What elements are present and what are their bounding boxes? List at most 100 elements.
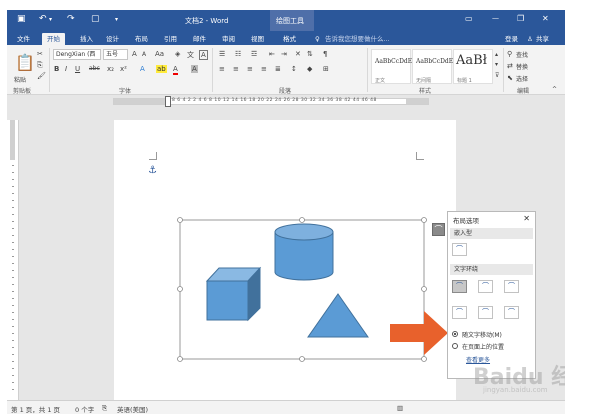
font-name-select[interactable]: DengXian (西 — [53, 49, 101, 60]
tab-layout[interactable]: 布局 — [135, 33, 148, 45]
char-border-icon[interactable]: A — [199, 50, 208, 60]
copy-icon[interactable]: ⎘ — [37, 61, 43, 70]
cube-shape[interactable] — [205, 266, 262, 322]
tab-review[interactable]: 审阅 — [222, 33, 235, 45]
grow-font-icon[interactable]: A — [132, 50, 137, 58]
fix-position-radio[interactable] — [452, 343, 458, 349]
resize-handle[interactable] — [299, 356, 305, 362]
ribbon-display-options-icon[interactable]: ▭ — [465, 14, 473, 23]
line-spacing-icon[interactable]: ↕ — [291, 65, 297, 73]
tab-format[interactable]: 格式 — [283, 33, 296, 45]
show-marks-icon[interactable]: ¶ — [323, 50, 327, 58]
paste-icon[interactable]: 📋 — [15, 53, 35, 72]
replace-icon[interactable]: ⇄ — [507, 62, 513, 70]
wrap-behind-text-icon[interactable]: ⌒ — [478, 306, 493, 319]
chinese-layout-icon[interactable]: ✕ — [295, 50, 301, 58]
styles-more-icon[interactable]: ⊽ — [495, 72, 499, 79]
pane-close-icon[interactable]: ✕ — [523, 214, 530, 223]
new-document-icon[interactable]: ▢ — [91, 14, 100, 24]
multilevel-list-icon[interactable]: ☲ — [251, 50, 257, 58]
bold-icon[interactable]: B — [54, 65, 59, 73]
share-icon[interactable]: ♙ — [527, 33, 533, 45]
cut-icon[interactable]: ✂ — [37, 50, 43, 58]
language-indicator[interactable]: 英语(美国) — [117, 404, 148, 414]
cylinder-shape[interactable] — [274, 223, 334, 281]
wrap-top-bottom-icon[interactable]: ⌒ — [452, 306, 467, 319]
resize-handle[interactable] — [421, 356, 427, 362]
wrap-tight-icon[interactable]: ⌒ — [478, 280, 493, 293]
style-no-spacing[interactable]: AaBbCcDdE 无间隔 — [412, 49, 453, 84]
word-count[interactable]: 0 个字 — [75, 404, 94, 414]
sort-icon[interactable]: ⇅ — [307, 50, 313, 58]
strikethrough-icon[interactable]: abc — [89, 65, 100, 72]
resize-handle[interactable] — [421, 217, 427, 223]
read-mode-icon[interactable]: ▥ — [397, 404, 403, 412]
tab-view[interactable]: 视图 — [251, 33, 264, 45]
resize-handle[interactable] — [177, 356, 183, 362]
superscript-icon[interactable]: x² — [120, 65, 127, 73]
bullets-icon[interactable]: ☰ — [219, 50, 225, 58]
tab-references[interactable]: 引用 — [164, 33, 177, 45]
tab-mailings[interactable]: 邮件 — [193, 33, 206, 45]
align-center-icon[interactable]: ≡ — [233, 65, 239, 73]
distributed-icon[interactable]: ≣ — [275, 65, 281, 73]
resize-handle[interactable] — [421, 286, 427, 292]
proofing-icon[interactable]: ⎘ — [102, 404, 107, 413]
align-left-icon[interactable]: ≡ — [219, 65, 225, 73]
wrap-square-icon[interactable]: ⌒ — [452, 280, 467, 293]
document-page[interactable]: ⚓ ⌒ — [114, 120, 456, 405]
save-icon[interactable]: ▣ — [17, 14, 26, 24]
select-button[interactable]: 选择 — [516, 74, 528, 83]
tab-design[interactable]: 设计 — [106, 33, 119, 45]
shrink-font-icon[interactable]: A — [142, 51, 146, 58]
restore-button[interactable]: ❐ — [517, 14, 524, 23]
indent-marker[interactable] — [165, 96, 171, 107]
format-painter-icon[interactable]: 🖌 — [37, 72, 46, 80]
triangle-shape[interactable] — [307, 293, 369, 338]
wrap-through-icon[interactable]: ⌒ — [504, 280, 519, 293]
align-right-icon[interactable]: ≡ — [247, 65, 253, 73]
undo-dropdown-icon[interactable]: ▾ — [49, 16, 52, 23]
layout-options-button[interactable]: ⌒ — [432, 223, 445, 236]
highlight-icon[interactable]: ab — [156, 65, 167, 73]
page-count[interactable]: 第 1 页，共 1 页 — [11, 404, 60, 414]
share-button[interactable]: 共享 — [536, 33, 549, 45]
styles-scroll-down-icon[interactable]: ▾ — [495, 61, 498, 68]
minimize-button[interactable]: — — [492, 14, 499, 22]
resize-handle[interactable] — [177, 217, 183, 223]
underline-icon[interactable]: U — [75, 65, 80, 73]
sign-in-link[interactable]: 登录 — [505, 33, 518, 45]
change-case-icon[interactable]: Aa — [155, 50, 164, 58]
paste-button-label[interactable]: 粘贴 — [14, 75, 26, 84]
font-color-icon[interactable]: A — [173, 65, 178, 75]
char-shading-icon[interactable]: A — [191, 65, 198, 73]
clear-formatting-icon[interactable]: ◈ — [175, 50, 180, 58]
italic-icon[interactable]: I — [65, 65, 67, 73]
style-heading-1[interactable]: AaBł 标题 1 — [453, 49, 493, 84]
decrease-indent-icon[interactable]: ⇤ — [269, 50, 275, 58]
numbering-icon[interactable]: ☷ — [235, 50, 241, 58]
resize-handle[interactable] — [299, 217, 305, 223]
shading-icon[interactable]: ◆ — [307, 65, 312, 73]
fix-position-label[interactable]: 在页面上的位置 — [462, 342, 504, 351]
close-button[interactable]: ✕ — [542, 14, 549, 23]
move-with-text-label[interactable]: 随文字移动(M) — [462, 330, 502, 339]
text-effects-icon[interactable]: A — [140, 65, 145, 73]
tab-insert[interactable]: 插入 — [80, 33, 93, 45]
collapse-ribbon-icon[interactable]: ^ — [552, 86, 557, 93]
resize-handle[interactable] — [177, 286, 183, 292]
move-with-text-radio[interactable] — [452, 331, 458, 337]
redo-icon[interactable]: ↷ — [67, 14, 75, 24]
justify-icon[interactable]: ≡ — [261, 65, 267, 73]
styles-scroll-up-icon[interactable]: ▴ — [495, 51, 498, 58]
style-normal[interactable]: AaBbCcDdE 正文 — [371, 49, 412, 84]
borders-icon[interactable]: ⊞ — [323, 65, 329, 73]
font-size-select[interactable]: 五号 — [103, 49, 128, 60]
tab-home[interactable]: 开始 — [42, 33, 65, 45]
increase-indent-icon[interactable]: ⇥ — [281, 50, 287, 58]
tab-file[interactable]: 文件 — [17, 33, 30, 45]
tell-me-box[interactable]: 告诉我您想要做什么... — [325, 33, 390, 45]
replace-button[interactable]: 替换 — [516, 62, 528, 71]
subscript-icon[interactable]: x₂ — [107, 65, 114, 73]
inline-with-text-icon[interactable]: ⌒ — [452, 243, 467, 256]
